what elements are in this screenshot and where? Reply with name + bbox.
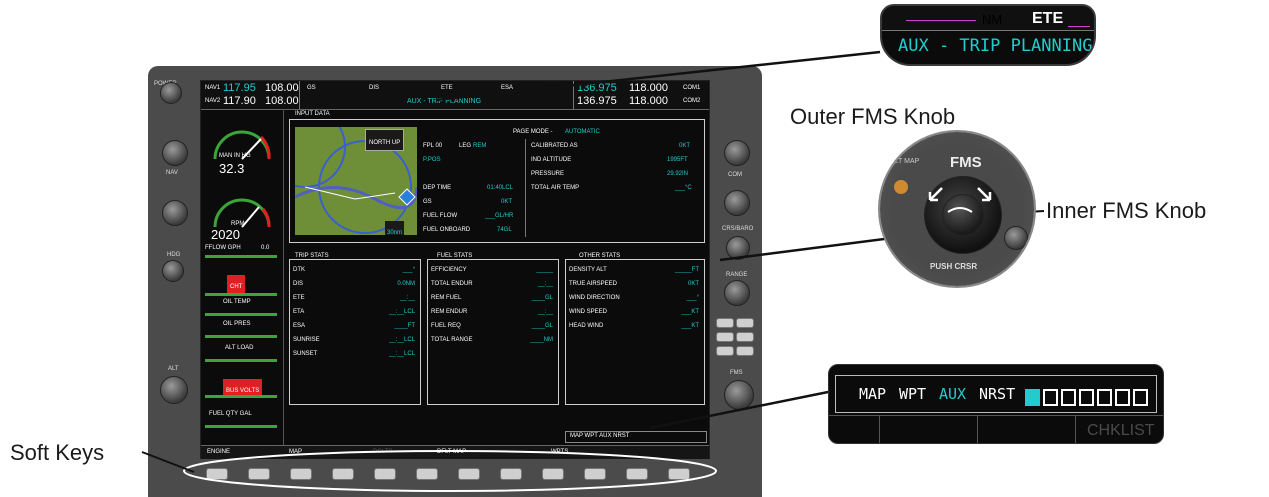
page-indicator bbox=[1079, 389, 1094, 406]
zoom-knob-inset: FMS ALT MAP PUSH CRSR bbox=[878, 130, 1036, 288]
zoom-softkey-strip: CHKLIST bbox=[829, 415, 1163, 443]
page-indicator bbox=[1043, 389, 1058, 406]
zoom-chklist-label[interactable]: CHKLIST bbox=[1087, 422, 1155, 440]
zoom-title-inset: NM ETE AUX - TRIP PLANNING bbox=[880, 4, 1096, 66]
zoom-page-title: AUX - TRIP PLANNING bbox=[898, 36, 1093, 56]
zoom-key-divider bbox=[1075, 416, 1076, 443]
zoom-key-divider bbox=[879, 416, 880, 443]
zoom-map-group: MAP bbox=[859, 385, 887, 403]
zoom-key-divider bbox=[977, 416, 978, 443]
zoom-fms-label: FMS bbox=[950, 154, 982, 171]
page-indicator bbox=[1133, 389, 1148, 406]
outer-fms-knob-callout: Outer FMS Knob bbox=[790, 104, 956, 129]
zoom-nrst-group: NRST bbox=[979, 385, 1016, 403]
zoom-adjacent-knob[interactable] bbox=[1004, 226, 1028, 250]
rotation-arrows-icon bbox=[928, 187, 992, 213]
soft-keys-callout: Soft Keys bbox=[10, 440, 105, 465]
zoom-nm-label: NM bbox=[982, 12, 1003, 27]
ete-underline bbox=[1068, 26, 1090, 27]
zoom-push-crsr-label: PUSH CRSR bbox=[930, 262, 978, 271]
zoom-wpt-group: WPT bbox=[899, 385, 927, 403]
page-indicator bbox=[1115, 389, 1130, 406]
zoom-ete-label: ETE bbox=[1032, 10, 1064, 27]
zoom-page-group-inset: MAP WPT AUX NRST CHKLIST bbox=[828, 364, 1164, 444]
zoom-alt-map-label: ALT MAP bbox=[890, 158, 920, 165]
inner-fms-knob-callout: Inner FMS Knob bbox=[1046, 198, 1207, 223]
nm-underline bbox=[906, 20, 976, 21]
page-indicator bbox=[1097, 389, 1112, 406]
page-indicator bbox=[1061, 389, 1076, 406]
zoom-amber-light bbox=[894, 180, 908, 194]
zoom-aux-group: AUX bbox=[939, 385, 967, 403]
page-indicator bbox=[1025, 389, 1040, 406]
